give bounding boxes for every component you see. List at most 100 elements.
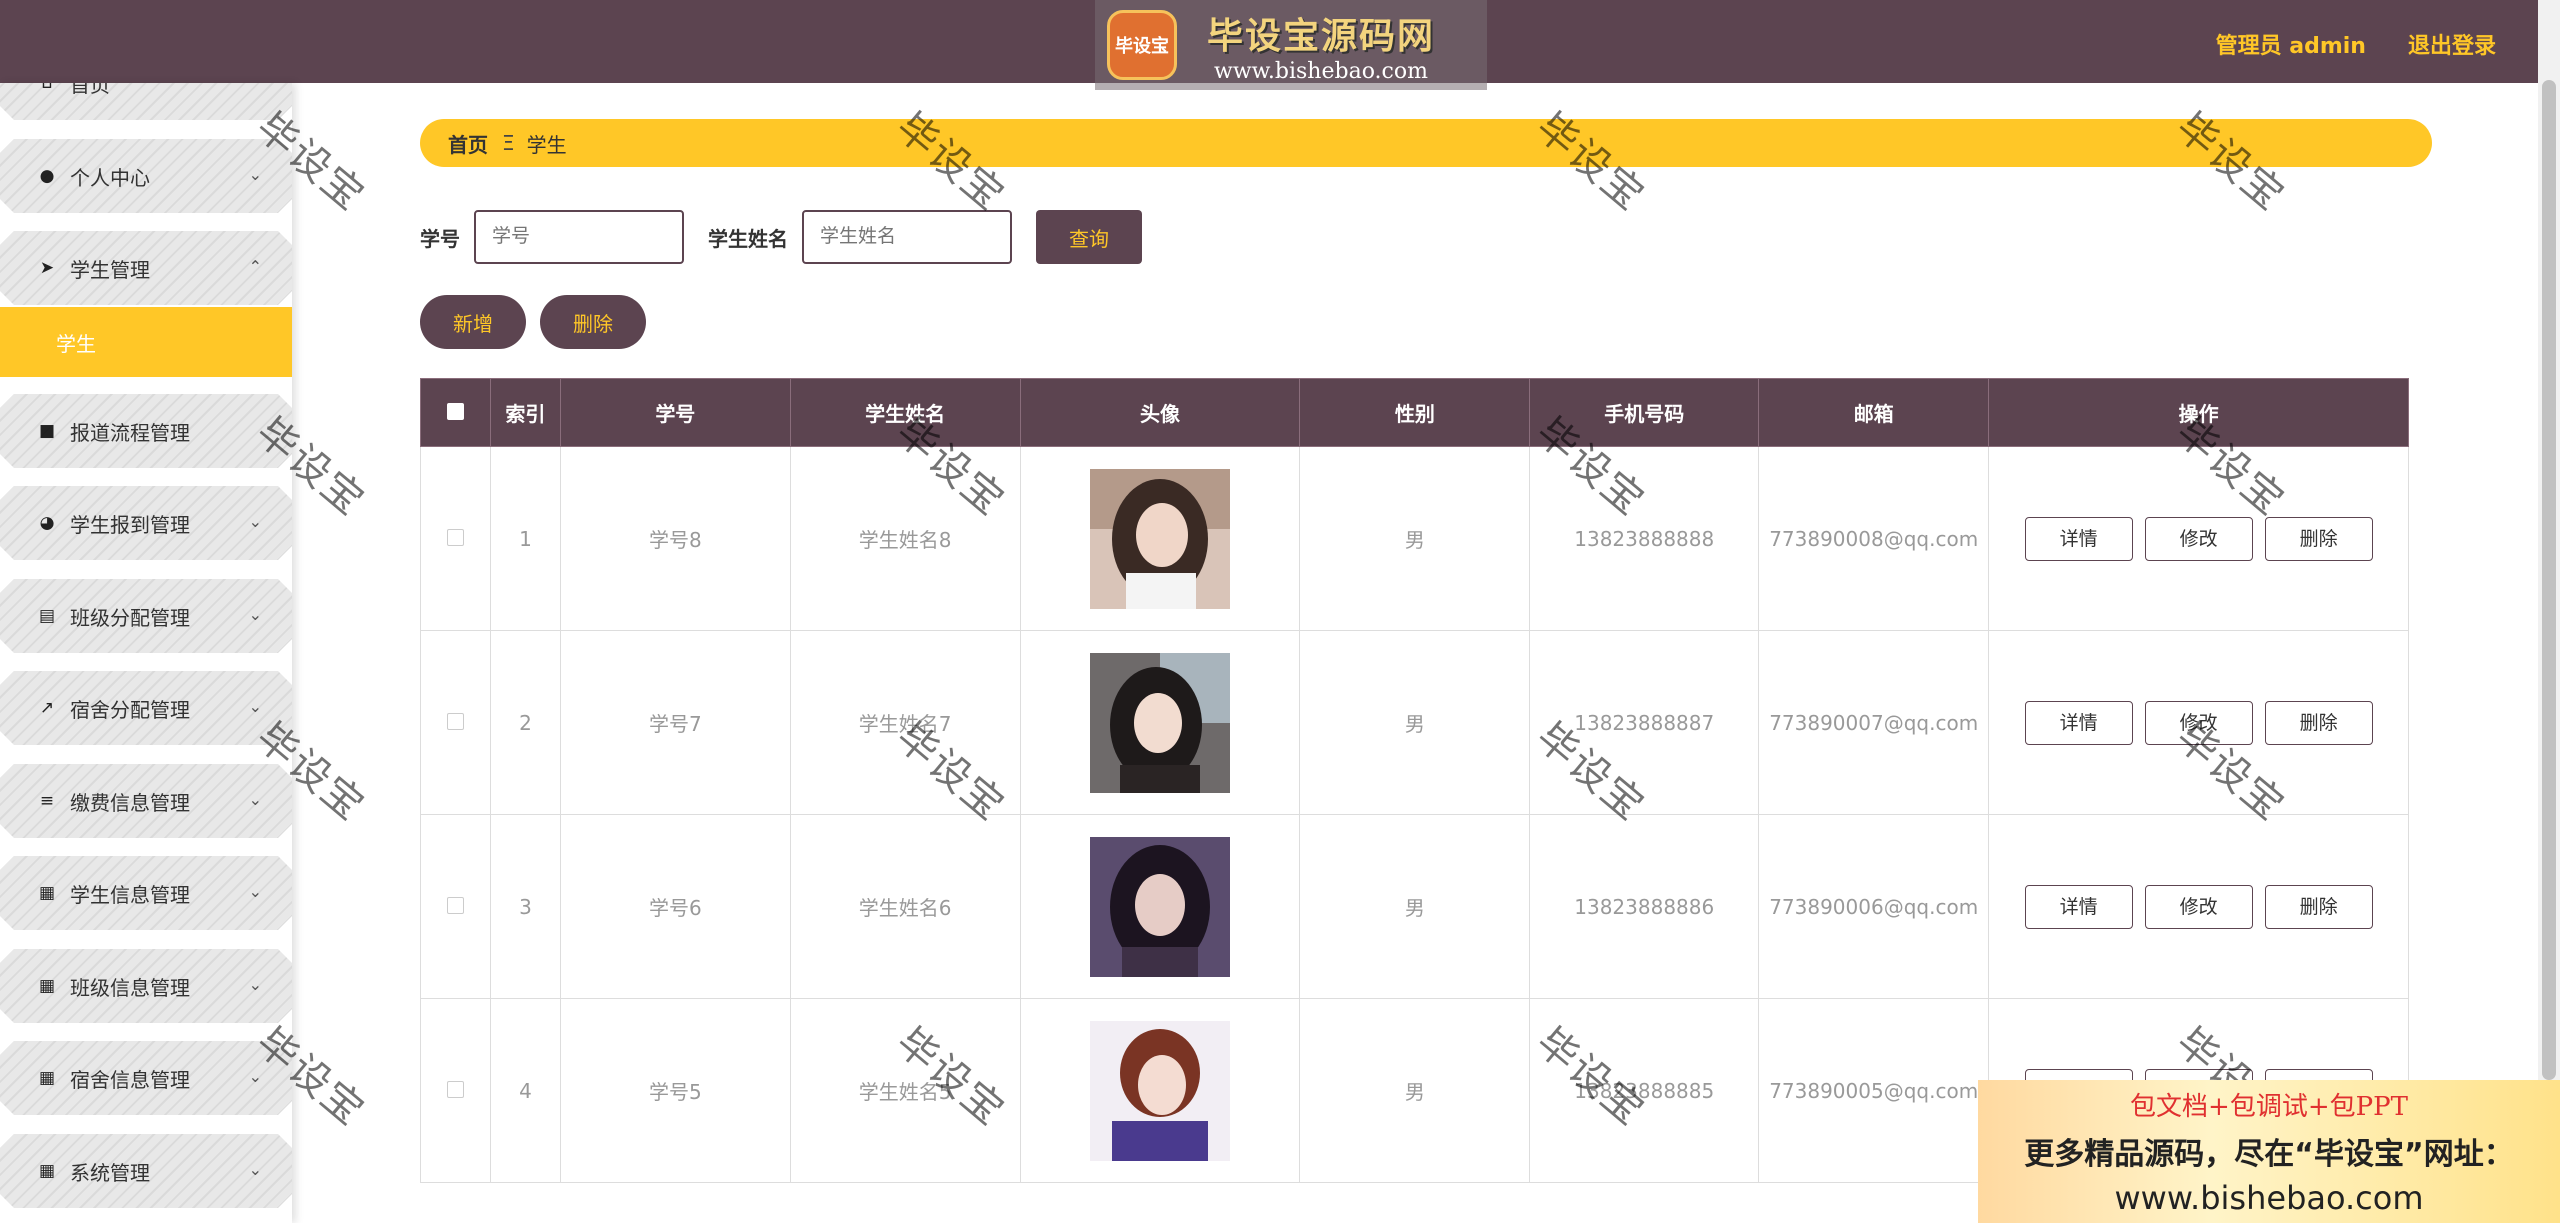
cell-gender: 男 [1299,446,1531,631]
user-icon: ● [39,166,55,186]
sidebar-item-student-report[interactable]: ◕ 学生报到管理 ⌄ [0,486,292,560]
breadcrumb-separator-icon: Ξ [502,131,515,155]
cell-operations: 详情修改删除 [1988,446,2409,631]
edit-button[interactable]: 修改 [2144,516,2253,561]
sidebar-item-system[interactable]: ▦ 系统管理 ⌄ [0,1134,292,1208]
logo-badge: 毕设宝 [1107,10,1177,80]
col-header-email: 邮箱 [1758,378,1990,447]
cell-index: 3 [489,814,561,999]
site-logo: 毕设宝 毕设宝源码网 www.bishebao.com [1095,0,1487,90]
student-name-input[interactable] [802,210,1012,264]
cell-student-no: 学号7 [559,630,791,815]
cell-phone: 13823888888 [1529,446,1760,631]
col-header-phone: 手机号码 [1529,378,1760,447]
sidebar-subitem-student[interactable]: 学生 [0,307,292,377]
sidebar-item-report-flow[interactable]: ■ 报道流程管理 [0,394,292,468]
breadcrumb-current: 学生 [526,132,567,157]
row-checkbox[interactable] [420,814,491,999]
chevron-down-icon: ⌄ [248,1160,262,1179]
cell-student-name: 学生姓名7 [789,630,1021,815]
cell-avatar [1019,998,1301,1183]
edit-button[interactable]: 修改 [2144,884,2253,929]
cell-student-no: 学号8 [559,446,791,631]
cell-student-no: 学号6 [559,814,791,999]
sidebar-item-class-assign[interactable]: ▤ 班级分配管理 ⌄ [0,579,292,653]
sidebar-item-student-mgmt[interactable]: ➤ 学生管理 ⌃ [0,231,292,305]
row-checkbox[interactable] [420,630,491,815]
chevron-down-icon: ⌄ [248,975,262,994]
cell-index: 1 [489,446,561,631]
grid-icon: ▦ [38,976,56,996]
avatar [1090,1020,1230,1161]
cell-email: 773890007@qq.com [1758,630,1990,815]
ad-banner[interactable]: 包文档+包调试+包PPT 更多精品源码，尽在“毕设宝”网址： www.bishe… [1978,1080,2560,1223]
col-header-operations: 操作 [1988,378,2409,447]
col-header-student-name: 学生姓名 [789,378,1021,447]
cell-avatar [1019,630,1301,815]
query-button[interactable]: 查询 [1036,210,1142,264]
chevron-down-icon: ⌄ [248,512,262,531]
home-icon: ⌂ [41,83,53,93]
cell-student-no: 学号5 [559,998,791,1183]
edit-button[interactable]: 修改 [2144,700,2253,745]
delete-button[interactable]: 删除 [2264,700,2373,745]
cell-email: 773890008@qq.com [1758,446,1990,631]
row-checkbox[interactable] [420,446,491,631]
add-button[interactable]: 新增 [420,295,526,349]
chevron-down-icon: ⌄ [248,605,262,624]
student-name-label: 学生姓名 [708,226,788,251]
cell-avatar [1019,446,1301,631]
cell-operations: 详情修改删除 [1988,814,2409,999]
cell-index: 4 [489,998,561,1183]
cell-student-name: 学生姓名5 [789,998,1021,1183]
sidebar-item-home[interactable]: ⌂ 首页 [0,83,292,120]
cell-email: 773890005@qq.com [1758,998,1990,1183]
action-bar: 新增 删除 [420,295,646,349]
cell-student-name: 学生姓名8 [789,446,1021,631]
logout-link[interactable]: 退出登录 [2408,28,2496,60]
logo-url: www.bishebao.com [1214,58,1428,84]
table-row: 1 学号8 学生姓名8 男 13823888888 773890008@qq.c… [420,446,2409,631]
avatar [1090,836,1230,977]
admin-user-label[interactable]: 管理员 admin [2216,28,2366,60]
batch-delete-button[interactable]: 删除 [540,295,646,349]
delete-button[interactable]: 删除 [2264,884,2373,929]
row-checkbox[interactable] [420,998,491,1183]
breadcrumb-home[interactable]: 首页 [448,129,488,158]
student-no-input[interactable] [474,210,684,264]
detail-button[interactable]: 详情 [2024,884,2133,929]
sliders-icon: ≡ [39,791,55,811]
bulb-icon: ◕ [39,513,55,533]
sidebar-item-payment[interactable]: ≡ 缴费信息管理 ⌄ [0,764,292,838]
detail-button[interactable]: 详情 [2024,700,2133,745]
sidebar-item-dorm-assign[interactable]: ↗ 宿舍分配管理 ⌄ [0,671,292,745]
chevron-down-icon: ⌄ [248,790,262,809]
chart-icon: ↗ [39,698,55,718]
page-scrollbar[interactable] [2538,0,2560,1223]
scrollbar-thumb[interactable] [2542,80,2556,1080]
send-icon: ➤ [39,258,55,278]
cell-gender: 男 [1299,630,1531,815]
cell-phone: 13823888885 [1529,998,1760,1183]
detail-button[interactable]: 详情 [2024,516,2133,561]
col-header-avatar: 头像 [1019,378,1301,447]
table-row: 3 学号6 学生姓名6 男 13823888886 773890006@qq.c… [420,814,2409,999]
ad-line-3: www.bishebao.com [2114,1179,2424,1217]
ad-line-1: 包文档+包调试+包PPT [2130,1092,2408,1122]
delete-button[interactable]: 删除 [2264,516,2373,561]
chevron-down-icon: ⌄ [248,165,262,184]
top-right-menu: 管理员 admin 退出登录 [2216,28,2496,60]
chevron-down-icon: ⌄ [248,697,262,716]
sidebar-item-dorm-info[interactable]: ▦ 宿舍信息管理 ⌄ [0,1041,292,1115]
grid-icon: ▦ [38,1161,56,1181]
col-header-gender: 性别 [1299,378,1531,447]
select-all-checkbox[interactable] [420,378,491,447]
col-header-student-no: 学号 [559,378,791,447]
sidebar-item-student-info[interactable]: ▦ 学生信息管理 ⌄ [0,856,292,930]
table-row: 2 学号7 学生姓名7 男 13823888887 773890007@qq.c… [420,630,2409,815]
cell-avatar [1019,814,1301,999]
sidebar-item-class-info[interactable]: ▦ 班级信息管理 ⌄ [0,949,292,1023]
sidebar-item-profile[interactable]: ● 个人中心 ⌄ [0,139,292,213]
grid-icon: ▦ [38,883,56,903]
chevron-down-icon: ⌄ [248,1067,262,1086]
